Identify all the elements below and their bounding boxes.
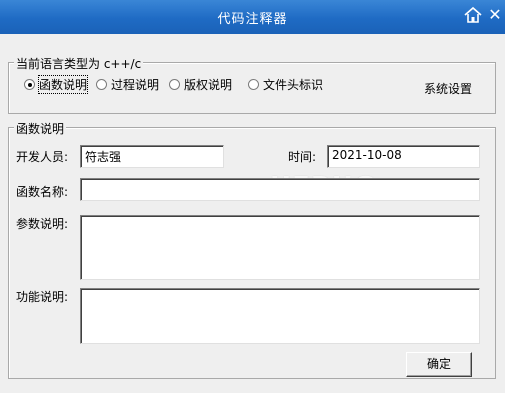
developer-input[interactable]: 符志强 [80, 145, 224, 168]
doc-type-radio-group: 函数说明 过程说明 版权说明 文件头标识 [24, 75, 364, 94]
function-name-input[interactable] [80, 178, 480, 201]
time-label: 时间: [288, 150, 317, 164]
radio-button[interactable] [96, 79, 107, 90]
window-title: 代码注释器 [217, 12, 288, 27]
function-doc-group-label: 函数说明 [14, 120, 67, 137]
radio-button-checked[interactable] [24, 79, 35, 90]
time-input[interactable]: 2021-10-08 [327, 145, 480, 168]
radio-button[interactable] [169, 79, 180, 90]
params-textarea[interactable] [80, 215, 480, 280]
close-icon[interactable]: ✕ [486, 4, 505, 26]
home-icon[interactable] [462, 4, 484, 26]
language-type-label: 当前语言类型为 c++/c [14, 55, 144, 72]
window-body: 当前语言类型为 c++/c 函数说明 过程说明 版权说明 文件头标识 系统设置 … [0, 34, 505, 393]
radio-procedure-doc-label: 过程说明 [111, 78, 160, 92]
radio-file-header-label: 文件头标识 [263, 78, 324, 92]
ok-button[interactable]: 确定 [406, 352, 472, 377]
radio-procedure-doc[interactable]: 过程说明 [96, 76, 159, 93]
system-settings-button[interactable]: 系统设置 [424, 80, 472, 97]
radio-copyright-doc[interactable]: 版权说明 [169, 76, 232, 93]
radio-button[interactable] [248, 79, 259, 90]
features-label: 功能说明: [16, 290, 69, 304]
radio-file-header[interactable]: 文件头标识 [248, 76, 323, 93]
developer-label: 开发人员: [16, 150, 69, 164]
params-label: 参数说明: [16, 217, 69, 231]
function-name-label: 函数名称: [16, 185, 69, 199]
title-bar: 代码注释器 ✕ [0, 0, 505, 34]
radio-function-doc-label: 函数说明 [37, 75, 89, 94]
radio-function-doc[interactable]: 函数说明 [24, 75, 89, 94]
features-textarea[interactable] [80, 288, 480, 344]
radio-copyright-doc-label: 版权说明 [184, 78, 233, 92]
